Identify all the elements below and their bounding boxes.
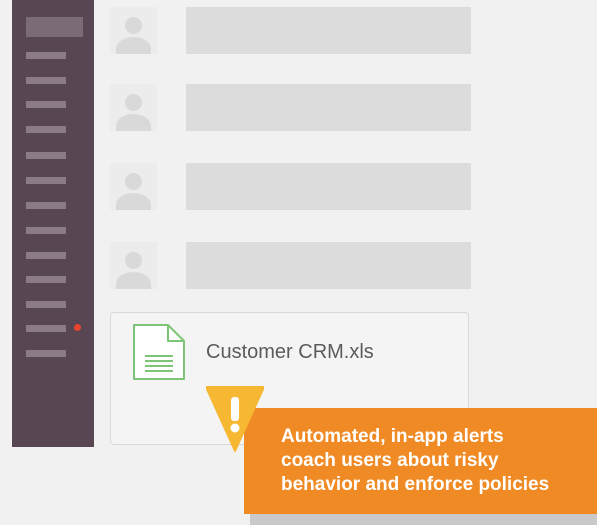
list-item-placeholder[interactable] [186,163,471,210]
sidebar [12,0,94,447]
alert-text-line: Automated, in-app alerts [281,426,504,447]
spreadsheet-file-icon [133,324,185,380]
list-item-placeholder[interactable] [186,7,471,54]
alert-callout: Automated, in-app alerts coach users abo… [244,408,597,514]
list-item-placeholder[interactable] [186,84,471,131]
sidebar-item[interactable] [26,152,66,159]
list-item-placeholder[interactable] [186,242,471,289]
sidebar-item[interactable] [26,252,66,259]
avatar-placeholder-icon [110,84,157,131]
sidebar-item[interactable] [26,77,66,84]
sidebar-item[interactable] [26,52,66,59]
avatar-placeholder-icon [110,163,157,210]
sidebar-item[interactable] [26,227,66,234]
alert-text-line: behavior and enforce policies [281,474,550,495]
warning-icon [206,386,264,452]
alert-text-line: coach users about risky [281,450,499,471]
avatar-placeholder-icon [110,7,157,54]
avatar-placeholder-icon [110,242,157,289]
sidebar-item[interactable] [26,202,66,209]
notification-dot [74,324,81,331]
sidebar-item[interactable] [26,126,66,133]
sidebar-item[interactable] [26,276,66,283]
sidebar-header-placeholder [26,17,83,37]
sidebar-item[interactable] [26,350,66,357]
file-name[interactable]: Customer CRM.xls [206,341,374,364]
sidebar-item-active[interactable] [26,325,66,332]
sidebar-item[interactable] [26,101,66,108]
sidebar-item[interactable] [26,301,66,308]
sidebar-item[interactable] [26,177,66,184]
